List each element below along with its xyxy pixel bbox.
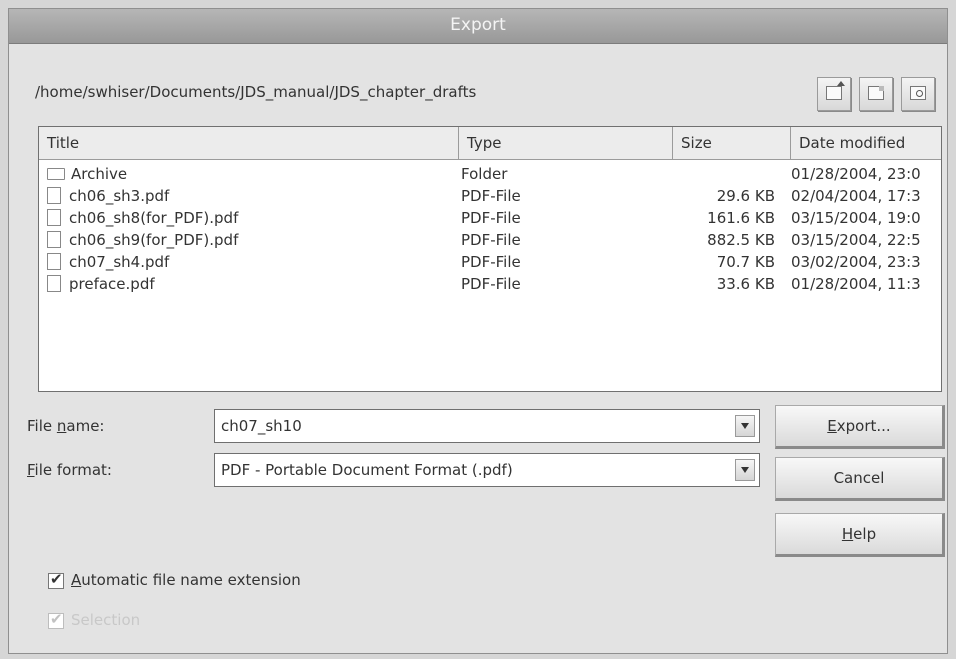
column-header-type[interactable]: Type — [459, 127, 673, 159]
selection-label: Selection — [71, 611, 141, 629]
file-format-dropdown-button[interactable] — [735, 459, 755, 481]
file-type: PDF-File — [461, 187, 521, 205]
help-button[interactable]: Help — [775, 513, 945, 557]
file-format-select[interactable]: PDF - Portable Document Format (.pdf) — [221, 461, 513, 479]
file-type: PDF-File — [461, 253, 521, 271]
default-directory-icon — [910, 86, 926, 100]
file-date: 03/15/2004, 22:5 — [791, 231, 921, 249]
file-name: ch06_sh9(for_PDF).pdf — [69, 231, 239, 249]
file-icon — [47, 209, 61, 226]
file-type: PDF-File — [461, 275, 521, 293]
title-bar[interactable]: Export — [9, 9, 947, 44]
file-size: 161.6 KB — [707, 209, 775, 227]
file-list-header: Title Type Size Date modified — [39, 127, 941, 160]
file-date: 01/28/2004, 23:0 — [791, 165, 921, 183]
file-format-combo[interactable]: PDF - Portable Document Format (.pdf) — [214, 453, 760, 487]
file-type: PDF-File — [461, 209, 521, 227]
file-format-label: File format: — [27, 461, 112, 479]
file-row[interactable]: ch07_sh4.pdf PDF-File 70.7 KB 03/02/2004… — [39, 251, 941, 273]
column-header-date[interactable]: Date modified — [791, 127, 941, 159]
file-icon — [47, 275, 61, 292]
file-icon — [47, 253, 61, 270]
current-path: /home/swhiser/Documents/JDS_manual/JDS_c… — [35, 83, 477, 101]
file-list[interactable]: Title Type Size Date modified Archive Fo… — [38, 126, 942, 392]
file-name-input[interactable]: ch07_sh10 — [221, 417, 302, 435]
folder-up-button[interactable] — [817, 77, 851, 111]
file-size: 70.7 KB — [716, 253, 775, 271]
file-row-archive[interactable]: Archive Folder 01/28/2004, 23:0 — [39, 163, 941, 185]
file-size: 882.5 KB — [707, 231, 775, 249]
dialog-title: Export — [450, 15, 506, 35]
file-icon — [47, 187, 61, 204]
file-row[interactable]: ch06_sh3.pdf PDF-File 29.6 KB 02/04/2004… — [39, 185, 941, 207]
new-folder-button[interactable] — [859, 77, 893, 111]
file-rows: Archive Folder 01/28/2004, 23:0 ch06_sh3… — [39, 163, 941, 295]
file-row[interactable]: ch06_sh8(for_PDF).pdf PDF-File 161.6 KB … — [39, 207, 941, 229]
file-type: Folder — [461, 165, 508, 183]
file-name-label: File name: — [27, 417, 105, 435]
selection-checkbox[interactable] — [48, 610, 64, 629]
file-date: 03/02/2004, 23:3 — [791, 253, 921, 271]
file-name-dropdown-button[interactable] — [735, 415, 755, 437]
folder-icon — [47, 168, 65, 180]
export-dialog: Export /home/swhiser/Documents/JDS_manua… — [8, 8, 948, 654]
new-folder-icon — [868, 86, 884, 100]
cancel-button[interactable]: Cancel — [775, 457, 945, 501]
file-name: preface.pdf — [69, 275, 155, 293]
file-row[interactable]: ch06_sh9(for_PDF).pdf PDF-File 882.5 KB … — [39, 229, 941, 251]
file-name: Archive — [71, 165, 128, 183]
file-date: 01/28/2004, 11:3 — [791, 275, 921, 293]
file-name: ch06_sh3.pdf — [69, 187, 170, 205]
file-name-combo[interactable]: ch07_sh10 — [214, 409, 760, 443]
file-type: PDF-File — [461, 231, 521, 249]
file-row[interactable]: preface.pdf PDF-File 33.6 KB 01/28/2004,… — [39, 273, 941, 295]
auto-extension-checkbox[interactable] — [48, 570, 64, 589]
file-date: 03/15/2004, 19:0 — [791, 209, 921, 227]
file-date: 02/04/2004, 17:3 — [791, 187, 921, 205]
file-name: ch06_sh8(for_PDF).pdf — [69, 209, 239, 227]
folder-up-icon — [826, 81, 845, 100]
auto-extension-label[interactable]: Automatic file name extension — [71, 571, 301, 589]
export-button[interactable]: Export... — [775, 405, 945, 449]
default-directory-button[interactable] — [901, 77, 935, 111]
column-header-title[interactable]: Title — [39, 127, 459, 159]
file-name: ch07_sh4.pdf — [69, 253, 170, 271]
file-size: 33.6 KB — [716, 275, 775, 293]
column-header-size[interactable]: Size — [673, 127, 791, 159]
file-icon — [47, 231, 61, 248]
file-size: 29.6 KB — [716, 187, 775, 205]
